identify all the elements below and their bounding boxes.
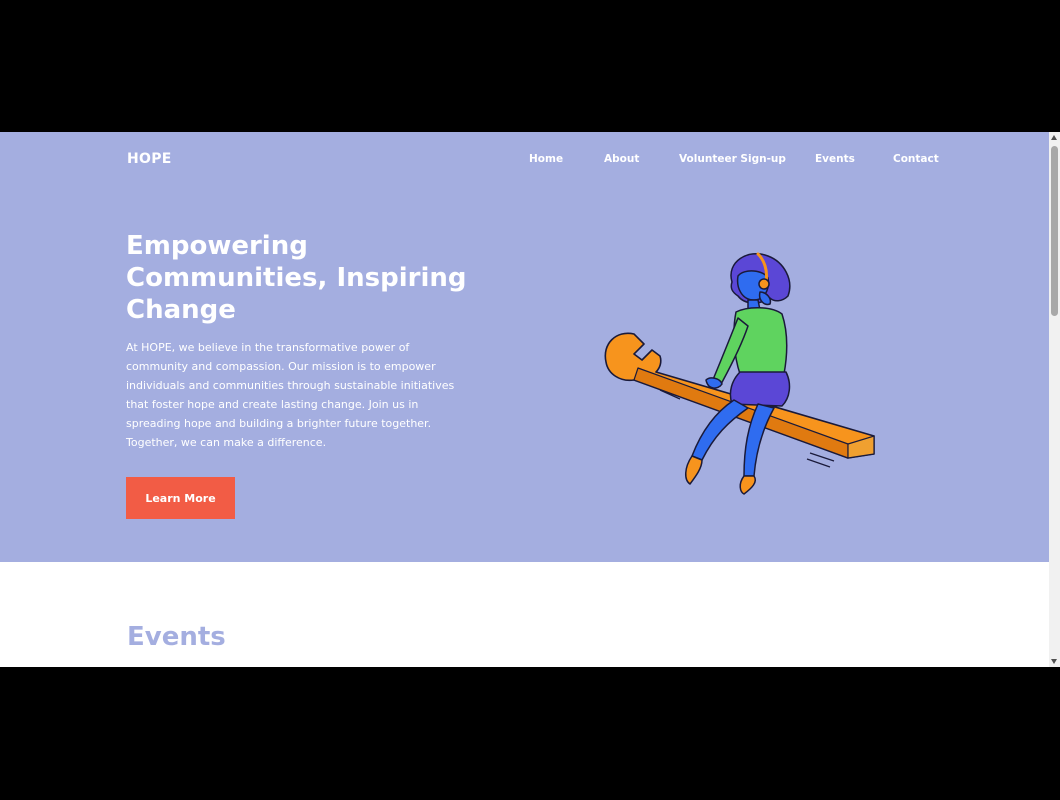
- scrollbar-thumb[interactable]: [1051, 146, 1058, 316]
- learn-more-button[interactable]: Learn More: [126, 477, 235, 519]
- nav-link-events[interactable]: Events: [815, 153, 855, 165]
- hero-title: Empowering Communities, Inspiring Change: [126, 231, 467, 325]
- nav-link-contact[interactable]: Contact: [893, 153, 939, 165]
- hero-description: At HOPE, we believe in the transformativ…: [126, 341, 455, 449]
- main-nav: Home About Volunteer Sign-up Events Cont…: [0, 153, 1049, 169]
- scroll-up-arrow-icon[interactable]: [1051, 135, 1057, 140]
- illustration-svg: [604, 252, 875, 495]
- nav-link-volunteer-signup[interactable]: Volunteer Sign-up: [679, 153, 786, 165]
- woman-figure: [685, 252, 791, 495]
- browser-viewport: HOPE Home About Volunteer Sign-up Events…: [0, 132, 1060, 667]
- nav-link-home[interactable]: Home: [529, 153, 563, 165]
- hero-section: HOPE Home About Volunteer Sign-up Events…: [0, 132, 1049, 562]
- events-section-title: Events: [127, 622, 226, 652]
- page-scrollbar[interactable]: [1049, 132, 1060, 667]
- woman-on-wrench-illustration: [598, 248, 888, 498]
- nav-link-about[interactable]: About: [604, 153, 639, 165]
- scroll-down-arrow-icon[interactable]: [1051, 659, 1057, 664]
